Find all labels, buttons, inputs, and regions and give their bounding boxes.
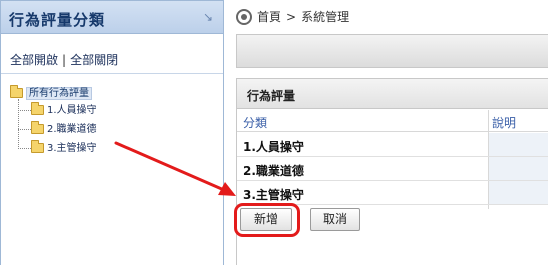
column-header-category[interactable]: 分類	[243, 114, 267, 131]
breadcrumb: 首頁 > 系統管理	[236, 8, 349, 26]
description-cell	[489, 157, 548, 180]
tree-connector	[18, 109, 31, 111]
toolbar	[236, 34, 548, 68]
folder-icon	[31, 140, 44, 153]
panel-title: 行為評量分類	[9, 11, 106, 29]
annotation-highlight	[234, 203, 300, 237]
table-row[interactable]: 2.職業道德	[237, 157, 548, 181]
tree-item-2[interactable]: 2.職業道德	[18, 120, 97, 135]
tree-item-label: 1.人員操守	[47, 105, 97, 116]
folder-icon	[31, 121, 44, 134]
tree-connector	[18, 147, 31, 149]
description-cell	[489, 181, 548, 204]
breadcrumb-current: 系統管理	[301, 10, 350, 24]
folder-icon	[10, 84, 23, 98]
form-header: 行為評量	[237, 79, 548, 109]
form-title: 行為評量	[247, 89, 296, 103]
category-cell: 1.人員操守	[243, 140, 304, 154]
tree-item-1[interactable]: 1.人員操守	[18, 101, 97, 116]
divider	[1, 73, 223, 74]
tree-item-label: 2.職業道德	[47, 124, 97, 135]
gear-icon	[236, 8, 252, 25]
tree-item-label: 3.主管操守	[47, 143, 97, 154]
folder-icon	[31, 102, 44, 115]
expand-controls: 全部開啟 | 全部關閉	[10, 51, 118, 68]
description-cell	[489, 133, 548, 156]
collapse-icon[interactable]: ↘	[201, 10, 215, 24]
category-cell: 3.主管操守	[243, 188, 304, 202]
breadcrumb-separator: >	[286, 9, 297, 24]
table-row[interactable]: 3.主管操守	[237, 181, 548, 205]
expand-all-link[interactable]: 全部開啟	[10, 53, 58, 67]
category-cell: 2.職業道德	[243, 164, 304, 178]
breadcrumb-home[interactable]: 首頁	[257, 10, 281, 24]
cancel-button[interactable]: 取消	[310, 208, 360, 231]
link-separator: |	[62, 53, 67, 67]
table-header: 分類 說明	[237, 110, 548, 132]
column-header-description[interactable]: 說明	[492, 114, 516, 131]
tree-root-node[interactable]: 所有行為評量	[10, 84, 92, 100]
tree-item-3[interactable]: 3.主管操守	[18, 139, 97, 154]
table-row[interactable]: 1.人員操守	[237, 133, 548, 157]
panel-header: 行為評量分類 ↘	[1, 1, 223, 34]
tree-root-label: 所有行為評量	[26, 87, 92, 100]
category-panel: 行為評量分類 ↘ 全部開啟 | 全部關閉 所有行為評量 1.人員操守 2.職業道德 …	[0, 0, 224, 265]
collapse-all-link[interactable]: 全部關閉	[70, 53, 118, 67]
tree-connector	[18, 128, 31, 130]
